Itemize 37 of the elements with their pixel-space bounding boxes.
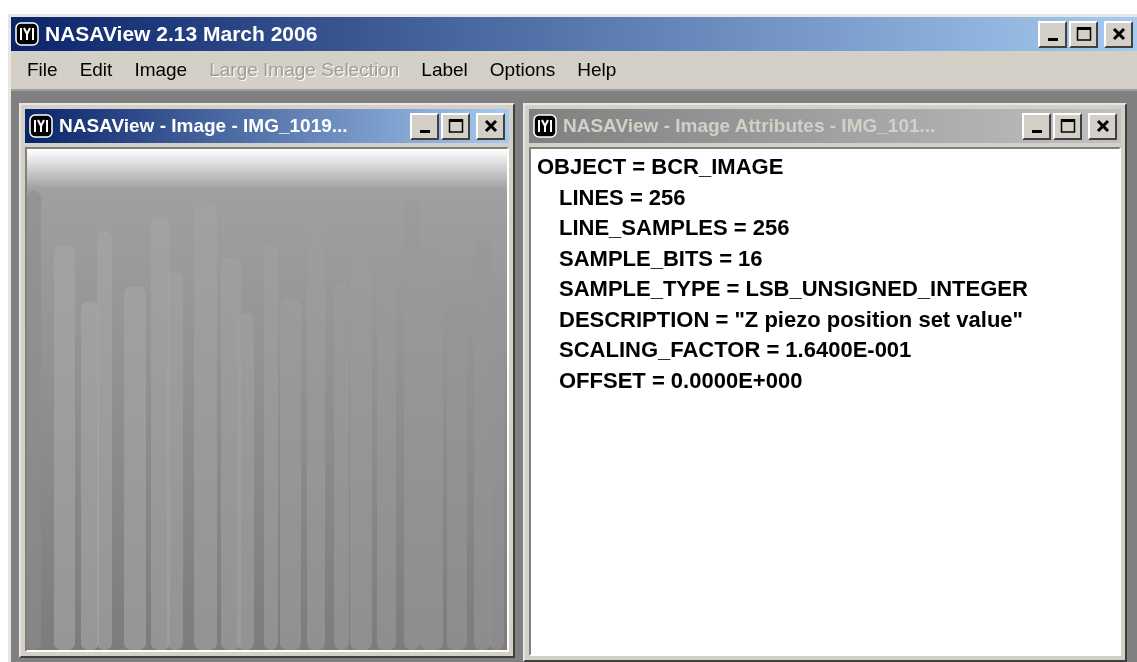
minimize-icon [1031, 129, 1042, 133]
menu-item[interactable]: Edit [68, 59, 124, 81]
close-icon [1110, 26, 1127, 42]
app-logo-icon [15, 22, 39, 46]
attribute-line: SCALING_FACTOR = 1.6400E-001 [558, 336, 913, 364]
close-icon [482, 118, 499, 134]
attribute-line: LINES = 256 [558, 183, 687, 212]
maximize-button[interactable] [1069, 20, 1098, 48]
attribute-line: OFFSET = 0.0000E+000 [558, 366, 804, 395]
minimize-icon [1047, 37, 1058, 41]
close-button[interactable] [1088, 112, 1117, 140]
menu-item[interactable]: Help [566, 59, 628, 81]
window-title: NASAView 2.13 March 2006 [45, 22, 319, 46]
close-button[interactable] [1104, 20, 1133, 48]
attribute-line: SAMPLE_BITS = 16 [558, 244, 764, 273]
attribute-line: OBJECT = BCR_IMAGE [537, 153, 785, 181]
minimize-button[interactable] [410, 112, 439, 140]
app-logo-icon [533, 114, 557, 138]
menu-item[interactable]: Image [123, 59, 199, 81]
maximize-icon [1059, 118, 1076, 134]
maximize-icon [1075, 26, 1092, 42]
menu-item[interactable]: Options [478, 59, 567, 81]
child-window-title: NASAView - Image - IMG_1019... [59, 115, 349, 137]
close-button[interactable] [476, 112, 505, 140]
attribute-line: LINE_SAMPLES = 256 [558, 214, 791, 242]
attribute-line: SAMPLE_TYPE = LSB_UNSIGNED_INTEGER [558, 275, 1029, 303]
maximize-icon [447, 118, 464, 134]
menu-item[interactable]: File [16, 59, 69, 81]
menu-item[interactable]: Label [410, 59, 479, 81]
app-logo-icon [29, 114, 53, 138]
maximize-button[interactable] [441, 112, 470, 140]
close-icon [1094, 118, 1111, 134]
minimize-button[interactable] [1022, 112, 1051, 140]
minimize-icon [419, 129, 430, 133]
maximize-button[interactable] [1053, 112, 1082, 140]
attribute-line: DESCRIPTION = "Z piezo position set value" [558, 305, 1024, 334]
minimize-button[interactable] [1038, 20, 1067, 48]
